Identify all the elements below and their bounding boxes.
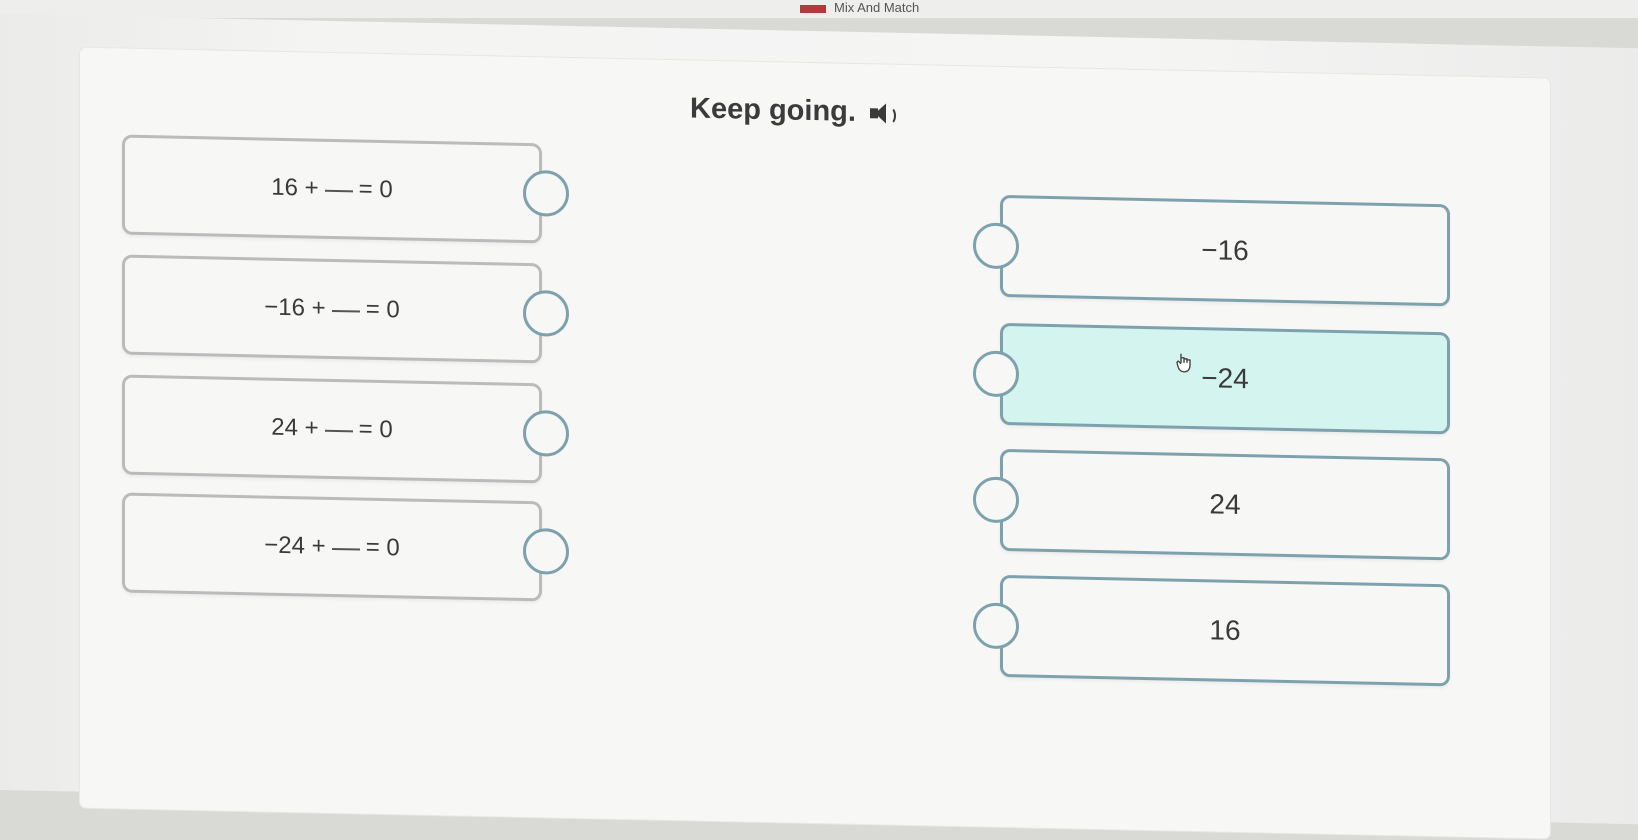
answer-tile-4[interactable]: 16 [973, 574, 1450, 687]
speaker-icon[interactable] [869, 102, 896, 125]
answer-tile-1[interactable]: −16 [973, 194, 1450, 307]
equation-right: = 0 [365, 533, 400, 562]
answer-blank [331, 309, 360, 313]
equation-tile-3[interactable]: 24 + = 0 [122, 374, 569, 484]
screen-area: Keep going. 16 + = 0 −16 + = 0 24 + = 0 [0, 14, 1638, 839]
connector-knob[interactable] [523, 289, 569, 337]
connector-knob[interactable] [973, 222, 1019, 270]
window-title-crumb: Mix And Match [800, 0, 919, 15]
equation-left: −24 + [264, 531, 326, 560]
connector-knob[interactable] [973, 602, 1019, 650]
connector-knob[interactable] [973, 476, 1019, 524]
equation-right: = 0 [358, 175, 393, 204]
connector-knob[interactable] [973, 350, 1019, 398]
equation-left: −16 + [264, 293, 326, 322]
equation-tile-2[interactable]: −16 + = 0 [122, 254, 569, 364]
answer-blank [324, 429, 353, 433]
connector-knob[interactable] [523, 169, 569, 217]
equation-3: 24 + = 0 [271, 414, 392, 445]
equation-2: −16 + = 0 [264, 294, 399, 325]
equation-left: 16 + [271, 173, 319, 202]
equation-left: 24 + [271, 413, 319, 442]
answer-blank [331, 547, 360, 551]
equation-tile-1[interactable]: 16 + = 0 [122, 134, 569, 244]
equation-right: = 0 [358, 415, 393, 444]
answer-label: −24 [1201, 362, 1249, 395]
answer-label: 24 [1209, 488, 1241, 520]
answer-tile-3[interactable]: 24 [973, 448, 1450, 561]
equation-1: 16 + = 0 [271, 174, 392, 205]
answer-label: 16 [1209, 614, 1241, 646]
answer-label: −16 [1201, 234, 1249, 267]
equation-4: −24 + = 0 [264, 532, 399, 563]
connector-knob[interactable] [523, 409, 569, 457]
answer-blank [324, 189, 353, 193]
hand-pointer-icon [1176, 353, 1191, 373]
brand-swatch [800, 4, 826, 13]
prompt-text: Keep going. [690, 92, 856, 128]
window-title: Mix And Match [834, 0, 920, 15]
prompt: Keep going. [690, 92, 896, 129]
equation-tile-4[interactable]: −24 + = 0 [122, 492, 569, 602]
equation-right: = 0 [365, 295, 400, 324]
connector-knob[interactable] [523, 527, 569, 575]
answer-tile-2[interactable]: −24 [973, 322, 1450, 435]
window-title-bar: Mix And Match [0, 0, 1638, 18]
